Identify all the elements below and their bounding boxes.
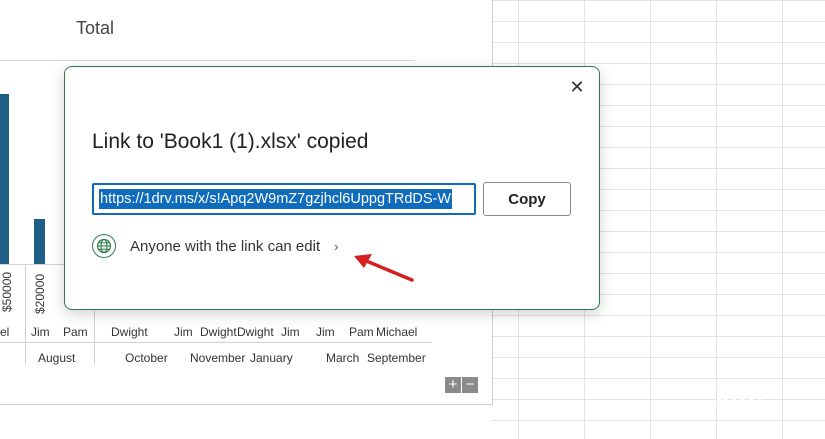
chart-divider — [0, 60, 415, 61]
month-label: September — [367, 351, 426, 365]
name-label: Dwight — [111, 325, 148, 339]
value-label: $20000 — [33, 273, 47, 314]
name-label: Pam — [63, 325, 88, 339]
month-label: January — [250, 351, 293, 365]
expand-field-button[interactable]: + — [445, 377, 461, 393]
annotation-arrow-icon — [354, 254, 414, 282]
name-label: Pam — [349, 325, 374, 339]
share-link-field[interactable]: https://1drv.ms/x/s!Apq2W9mZ7gzjhcl6Uppg… — [92, 183, 476, 215]
name-label: Jim — [281, 325, 300, 339]
name-label: Michael — [376, 325, 418, 339]
month-label: November — [190, 351, 246, 365]
xda-watermark: XDA — [715, 383, 765, 408]
name-label: el — [0, 325, 10, 339]
name-label: Jim — [316, 325, 335, 339]
globe-icon — [92, 234, 116, 258]
permission-label: Anyone with the link can edit — [130, 237, 321, 255]
month-label: March — [326, 351, 360, 365]
name-row-line — [0, 342, 432, 343]
bar-jim — [34, 219, 45, 264]
name-label: Jim — [31, 325, 50, 339]
value-label: $50000 — [0, 271, 14, 312]
name-label: Jim — [174, 325, 193, 339]
link-permission-setting[interactable]: Anyone with the link can edit › — [92, 233, 338, 259]
bar-el — [0, 94, 9, 264]
month-label: October — [125, 351, 168, 365]
collapse-field-button[interactable]: − — [462, 377, 478, 393]
name-label: Dwight — [200, 325, 237, 339]
share-link-text: https://1drv.ms/x/s!Apq2W9mZ7gzjhcl6Uppg… — [99, 189, 453, 209]
dialog-title: Link to 'Book1 (1).xlsx' copied — [92, 130, 369, 153]
close-icon[interactable]: ✕ — [567, 77, 587, 97]
chevron-right-icon: › — [334, 238, 339, 254]
axis-divider — [25, 264, 26, 364]
copy-button[interactable]: Copy — [483, 182, 571, 216]
share-link-dialog: ✕ Link to 'Book1 (1).xlsx' copied https:… — [64, 66, 600, 310]
month-label: August — [38, 351, 76, 365]
name-label: Dwight — [237, 325, 274, 339]
chart-title: Total — [76, 18, 115, 38]
